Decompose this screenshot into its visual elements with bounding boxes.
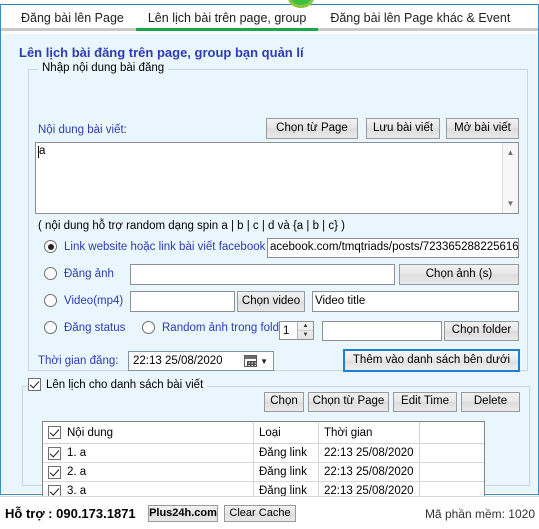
- radio-random-image-folder-label: Random ảnh trong folder: [162, 322, 290, 334]
- row-content-label: 2. a: [67, 466, 87, 478]
- radio-post-image[interactable]: [44, 267, 57, 280]
- table-header-content-label: Nội dung: [67, 426, 114, 439]
- choose-images-button[interactable]: Chọn ảnh (s): [399, 264, 519, 285]
- spin-syntax-hint: ( nội dung hỗ trợ random dạng spin a | b…: [38, 220, 345, 232]
- select-all-checkbox[interactable]: [48, 426, 61, 439]
- row-checkbox[interactable]: [48, 446, 61, 460]
- status-bar: Hỗ trợ : 090.173.1871 Plus24h.com Clear …: [0, 496, 539, 529]
- table-header-time-label: Thời gian: [324, 426, 373, 439]
- schedule-datetime-value: 22:13 25/08/2020: [133, 355, 223, 367]
- tab-label: Lên lịch bài trên page, group: [147, 11, 307, 25]
- active-tab-indicator: [135, 28, 319, 31]
- video-path-input[interactable]: [130, 291, 235, 312]
- radio-video-mp4[interactable]: [44, 294, 57, 307]
- tab-dang-bai-len-page[interactable]: Đăng bài lên Page: [9, 10, 136, 31]
- post-content-value: a: [39, 145, 46, 157]
- row-checkbox[interactable]: [48, 465, 61, 479]
- radio-link-website[interactable]: [44, 240, 57, 253]
- table-row[interactable]: 1. a Đăng link 22:13 25/08/2020: [43, 444, 484, 463]
- choose-video-button[interactable]: Chọn video: [237, 291, 305, 312]
- table-header-blank[interactable]: [420, 422, 484, 443]
- table-header-content[interactable]: Nội dung: [43, 422, 254, 443]
- content-label: Nội dung bài viết:: [38, 124, 127, 136]
- textarea-scrollbar[interactable]: ▲ ▼: [502, 143, 518, 213]
- row-content-label: 1. a: [67, 447, 87, 459]
- table-header-time[interactable]: Thời gian: [319, 422, 420, 443]
- radio-post-status-label: Đăng status: [64, 322, 126, 334]
- save-post-button[interactable]: Lưu bài viết: [366, 118, 440, 139]
- schedule-datetime-picker[interactable]: 22:13 25/08/2020 ▼: [128, 351, 274, 371]
- chevron-down-icon[interactable]: ▼: [260, 357, 268, 366]
- tab-bar: Đăng bài lên Page Lên lịch bài trên page…: [1, 5, 538, 31]
- group-schedule-list-legend-label: Lên lịch cho danh sách bài viết: [46, 378, 204, 391]
- list-edit-time-button[interactable]: Edit Time: [393, 392, 457, 412]
- random-image-count-value: 1: [283, 324, 290, 337]
- list-choose-from-page-button[interactable]: Chọn từ Page: [308, 392, 389, 412]
- support-phone-text: Hỗ trợ : 090.173.1871: [5, 506, 136, 521]
- schedule-time-label: Thời gian đăng:: [38, 355, 119, 367]
- tab-dang-bai-len-page-khac-event[interactable]: Đăng bài lên Page khác & Event: [318, 10, 522, 31]
- tab-len-lich-bai-tren-page-group[interactable]: Lên lịch bài trên page, group: [135, 10, 319, 31]
- open-post-button[interactable]: Mở bài viết: [446, 118, 519, 139]
- row-type-cell: Đăng link: [254, 463, 319, 481]
- image-path-input[interactable]: [130, 264, 395, 285]
- folder-path-input[interactable]: [322, 321, 442, 341]
- random-image-count-stepper[interactable]: 1 ▲ ▼: [279, 321, 314, 340]
- row-blank-cell: [420, 463, 484, 481]
- application-client-area: Đăng bài lên Page Lên lịch bài trên page…: [0, 4, 539, 507]
- row-type-cell: Đăng link: [254, 444, 319, 462]
- group-post-content-legend: Nhập nội dung bài đăng: [38, 62, 169, 74]
- table-header-type[interactable]: Loại: [254, 422, 319, 443]
- row-content-cell[interactable]: 2. a: [43, 463, 254, 481]
- table-header-type-label: Loại: [259, 426, 281, 439]
- row-time-cell: 22:13 25/08/2020: [319, 444, 420, 462]
- radio-video-mp4-label: Video(mp4): [64, 295, 124, 307]
- choose-folder-button[interactable]: Chọn folder: [444, 321, 519, 341]
- row-time-cell: 22:13 25/08/2020: [319, 463, 420, 481]
- table-row[interactable]: 2. a Đăng link 22:13 25/08/2020: [43, 463, 484, 482]
- clear-cache-button[interactable]: Clear Cache: [224, 505, 296, 522]
- video-title-input[interactable]: Video title: [312, 291, 519, 312]
- tab-label: Đăng bài lên Page: [21, 11, 124, 25]
- scroll-down-icon[interactable]: ▼: [503, 196, 518, 211]
- add-to-list-button[interactable]: Thêm vào danh sách bên dưới: [343, 349, 520, 372]
- scroll-up-icon[interactable]: ▲: [503, 145, 518, 160]
- stepper-up-icon[interactable]: ▲: [298, 322, 313, 331]
- row-content-cell[interactable]: 1. a: [43, 444, 254, 462]
- radio-random-image-folder[interactable]: [142, 321, 155, 334]
- stepper-down-icon[interactable]: ▼: [298, 331, 313, 339]
- calendar-icon[interactable]: [244, 355, 258, 367]
- link-url-input[interactable]: acebook.com/tmqtriads/posts/723365288225…: [267, 238, 519, 258]
- radio-link-website-label: Link website hoặc link bài viết facebook…: [64, 241, 272, 253]
- list-choose-button[interactable]: Chọn: [264, 392, 304, 412]
- tab-label: Đăng bài lên Page khác & Event: [330, 11, 511, 25]
- radio-post-image-label: Đăng ảnh: [64, 268, 114, 280]
- row-blank-cell: [420, 444, 484, 462]
- group-schedule-list-legend[interactable]: Lên lịch cho danh sách bài viết: [28, 378, 208, 391]
- table-header-row: Nội dung Loại Thời gian: [43, 422, 484, 444]
- plus24h-website-button[interactable]: Plus24h.com: [148, 505, 218, 522]
- software-version-text: Mã phần mềm: 1020: [424, 507, 535, 521]
- page-title: Lên lịch bài đăng trên page, group bạn q…: [19, 45, 304, 60]
- post-content-textarea[interactable]: a ▲ ▼: [35, 142, 519, 214]
- list-delete-button[interactable]: Delete: [461, 392, 520, 412]
- stepper-buttons[interactable]: ▲ ▼: [297, 322, 313, 339]
- choose-from-page-button[interactable]: Chọn từ Page: [266, 118, 358, 139]
- schedule-list-checkbox[interactable]: [28, 378, 41, 391]
- scheduled-posts-table[interactable]: Nội dung Loại Thời gian 1. a Đăng link 2…: [42, 421, 485, 507]
- tab-panel-schedule: Lên lịch bài đăng trên page, group bạn q…: [2, 34, 537, 507]
- radio-post-status[interactable]: [44, 321, 57, 334]
